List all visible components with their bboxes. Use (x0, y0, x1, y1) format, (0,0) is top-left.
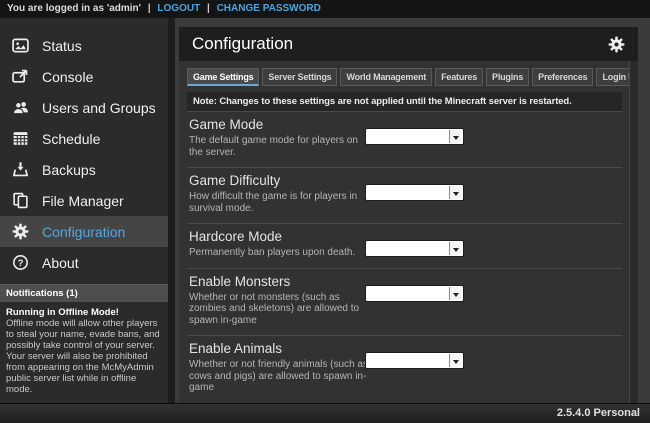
login-status-bar: You are logged in as 'admin' | LOGOUT | … (0, 0, 650, 18)
sidebar-item-label: Backups (42, 162, 96, 178)
gear-icon[interactable] (608, 36, 625, 53)
logged-in-text: You are logged in as 'admin' (7, 3, 141, 14)
sidebar-item-label: Configuration (42, 224, 125, 240)
chevron-down-icon (449, 287, 462, 300)
tab-label: World Management (346, 72, 426, 82)
about-icon: ? (12, 254, 29, 271)
tab-label: Preferences (538, 72, 587, 82)
sidebar-item[interactable]: Console (0, 61, 168, 92)
main-area: Configuration Game Settings Server Setti… (168, 18, 650, 403)
sidebar: Status Console Users and Groups Schedule (0, 18, 168, 403)
tab[interactable]: Plugins (486, 68, 529, 86)
chevron-down-icon (449, 130, 462, 143)
tab[interactable]: World Management (340, 68, 432, 86)
tab-label: Server Settings (268, 72, 331, 82)
tab-label: Login Users (602, 72, 630, 82)
sidebar-item-label: About (42, 255, 79, 271)
sidebar-item-label: Schedule (42, 131, 100, 147)
mcmyadmin-window: You are logged in as 'admin' | LOGOUT | … (0, 0, 650, 423)
sidebar-item[interactable]: Configuration (0, 216, 168, 247)
tab[interactable]: Server Settings (262, 68, 337, 86)
sidebar-item[interactable]: File Manager (0, 185, 168, 216)
chevron-down-icon (449, 186, 462, 199)
configuration-panel: Configuration Game Settings Server Setti… (179, 27, 638, 403)
backups-icon (12, 161, 29, 178)
sidebar-item[interactable]: Backups (0, 154, 168, 185)
sidebar-item[interactable]: ? About (0, 247, 168, 278)
sidebar-item-label: Users and Groups (42, 100, 156, 116)
setting-dropdown[interactable] (365, 128, 464, 145)
console-icon (12, 68, 29, 85)
change-password-link[interactable]: CHANGE PASSWORD (217, 3, 321, 14)
notifications-header: Notifications (1) (0, 284, 168, 302)
chevron-down-icon (449, 242, 462, 255)
setting-description: Permanently ban players upon death. (189, 247, 374, 259)
sidebar-item[interactable]: Schedule (0, 123, 168, 154)
settings-row: Enable Animals Whether or not friendly a… (187, 335, 622, 403)
separator: | (148, 3, 151, 14)
tab-label: Plugins (492, 72, 523, 82)
svg-text:?: ? (18, 258, 24, 269)
gear-icon (12, 223, 29, 240)
schedule-icon (12, 130, 29, 147)
setting-dropdown[interactable] (365, 285, 464, 302)
setting-dropdown[interactable] (365, 184, 464, 201)
settings-row: Enable Monsters Whether or not monsters … (187, 268, 622, 336)
settings-row: Hardcore Mode Permanently ban players up… (187, 223, 622, 268)
setting-dropdown[interactable] (365, 352, 464, 369)
sidebar-menu: Status Console Users and Groups Schedule (0, 30, 168, 278)
panel-header: Configuration (179, 27, 638, 61)
tab-label: Game Settings (193, 72, 253, 82)
tab[interactable]: Login Users (596, 68, 630, 86)
notification-item: Running in Offline Mode! Offline mode wi… (0, 302, 168, 400)
file-manager-icon (12, 192, 29, 209)
separator: | (207, 3, 210, 14)
tab[interactable]: Game Settings (187, 68, 259, 86)
notification-title: Running in Offline Mode! (6, 307, 162, 318)
setting-dropdown[interactable] (365, 240, 464, 257)
panel-body: Game Settings Server Settings World Mana… (179, 61, 638, 403)
sidebar-item-label: Console (42, 69, 93, 85)
sidebar-item[interactable]: Users and Groups (0, 92, 168, 123)
page-title: Configuration (192, 34, 608, 54)
setting-description: Whether or not friendly animals (such as… (189, 359, 374, 394)
tab-bar: Game Settings Server Settings World Mana… (187, 68, 630, 86)
sidebar-item[interactable]: Status (0, 30, 168, 61)
setting-description: The default game mode for players on the… (189, 135, 374, 158)
tab-label: Features (441, 72, 477, 82)
setting-description: How difficult the game is for players in… (189, 191, 374, 214)
tab[interactable]: Preferences (532, 68, 593, 86)
status-icon (12, 37, 29, 54)
scrollbar[interactable] (629, 61, 638, 403)
status-bar: 2.5.4.0 Personal (0, 403, 650, 423)
logout-link[interactable]: LOGOUT (157, 3, 200, 14)
settings-list: Game Mode The default game mode for play… (187, 111, 622, 403)
tab[interactable]: Features (435, 68, 483, 86)
sidebar-item-label: Status (42, 38, 82, 54)
notification-text: Offline mode will allow other players to… (6, 318, 162, 395)
chevron-down-icon (449, 354, 462, 367)
sidebar-item-label: File Manager (42, 193, 124, 209)
users-icon (12, 99, 29, 116)
setting-description: Whether or not monsters (such as zombies… (189, 292, 374, 327)
version-label: 2.5.4.0 Personal (557, 407, 640, 419)
settings-row: Game Mode The default game mode for play… (187, 111, 622, 167)
settings-row: Game Difficulty How difficult the game i… (187, 167, 622, 223)
restart-note: Note: Changes to these settings are not … (187, 92, 622, 111)
